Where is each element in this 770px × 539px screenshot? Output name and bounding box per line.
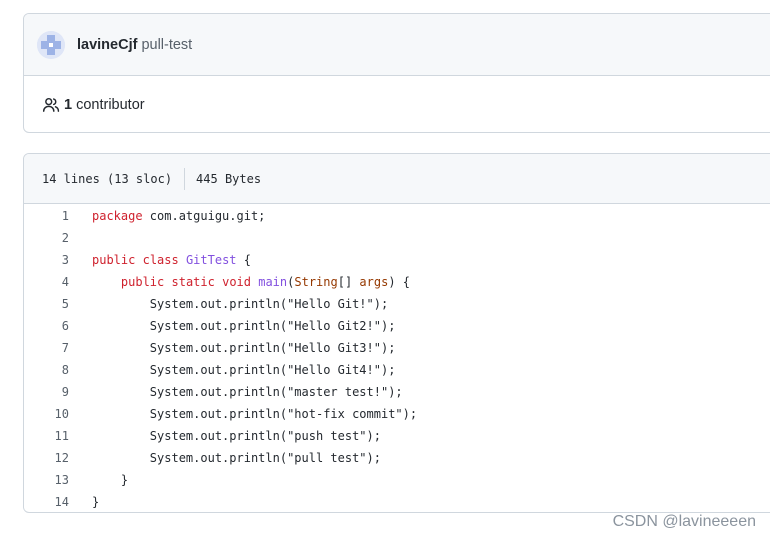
code-line: 14}	[24, 491, 770, 512]
code-line: 13 }	[24, 469, 770, 491]
line-code: }	[92, 495, 100, 509]
avatar-identicon-icon	[37, 30, 65, 59]
contributor-count: 1	[64, 96, 73, 113]
line-number[interactable]: 8	[24, 363, 69, 377]
code-line: 5 System.out.println("Hello Git!");	[24, 293, 770, 315]
code-line: 1 package com.atguigu.git;	[24, 205, 770, 227]
code-line: 8 System.out.println("Hello Git4!");	[24, 359, 770, 381]
line-code: System.out.println("hot-fix commit");	[92, 407, 418, 421]
watermark: CSDN @lavineeeen	[612, 513, 756, 530]
line-number[interactable]: 2	[24, 231, 69, 245]
code-line: 2	[24, 227, 770, 249]
line-code: System.out.println("Hello Git2!");	[92, 319, 396, 333]
line-code: public static void main(String[] args) {	[120, 275, 411, 289]
file-info-bar: 14 lines (13 sloc) 445 Bytes	[24, 154, 770, 204]
line-code: public class GitTest {	[92, 253, 251, 267]
file-line-count: 14 lines (13 sloc)	[42, 171, 173, 186]
commit-header: lavineCjf pull-test	[24, 14, 770, 76]
line-number[interactable]: 4	[24, 275, 69, 289]
line-number[interactable]: 1	[24, 209, 69, 223]
code-line: 4 public static void main(String[] args)…	[24, 271, 770, 293]
line-number[interactable]: 13	[24, 473, 69, 487]
contributor-label: contributor	[76, 96, 145, 113]
people-icon	[42, 97, 60, 112]
commit-message-link[interactable]: pull-test	[141, 37, 192, 53]
line-code: System.out.println("Hello Git4!");	[92, 363, 396, 377]
line-code: System.out.println("pull test");	[92, 451, 381, 465]
code-line: 9 System.out.println("master test!");	[24, 381, 770, 403]
line-number[interactable]: 5	[24, 297, 69, 311]
line-code: System.out.println("push test");	[92, 429, 381, 443]
code-line: 3 public class GitTest {	[24, 249, 770, 271]
contributors-row[interactable]: 1 contributor	[24, 76, 770, 132]
line-number[interactable]: 11	[24, 429, 69, 443]
avatar[interactable]	[37, 30, 65, 59]
code-line: 10 System.out.println("hot-fix commit");	[24, 403, 770, 425]
line-code: System.out.println("master test!");	[92, 385, 403, 399]
file-size: 445 Bytes	[196, 171, 262, 186]
commit-author-link[interactable]: lavineCjf	[77, 37, 137, 53]
line-code: System.out.println("Hello Git!");	[92, 297, 389, 311]
line-code: }	[92, 473, 129, 487]
line-number[interactable]: 3	[24, 253, 69, 267]
code-block: 1 package com.atguigu.git; 2 3 public class …	[24, 204, 770, 512]
line-number[interactable]: 9	[24, 385, 69, 399]
latest-commit-box: lavineCjf pull-test 1 contributor	[23, 13, 770, 133]
file-info-divider	[184, 167, 186, 190]
line-number[interactable]: 12	[24, 451, 69, 465]
file-viewer: 14 lines (13 sloc) 445 Bytes 1 package co…	[23, 153, 770, 513]
code-line: 12 System.out.println("pull test");	[24, 447, 770, 469]
code-line: 11 System.out.println("push test");	[24, 425, 770, 447]
line-code: package com.atguigu.git;	[92, 209, 266, 223]
line-number[interactable]: 6	[24, 319, 69, 333]
line-number[interactable]: 14	[24, 495, 69, 509]
code-line: 6 System.out.println("Hello Git2!");	[24, 315, 770, 337]
line-code: System.out.println("Hello Git3!");	[92, 341, 396, 355]
code-line: 7 System.out.println("Hello Git3!");	[24, 337, 770, 359]
line-number[interactable]: 10	[24, 407, 69, 421]
line-number[interactable]: 7	[24, 341, 69, 355]
